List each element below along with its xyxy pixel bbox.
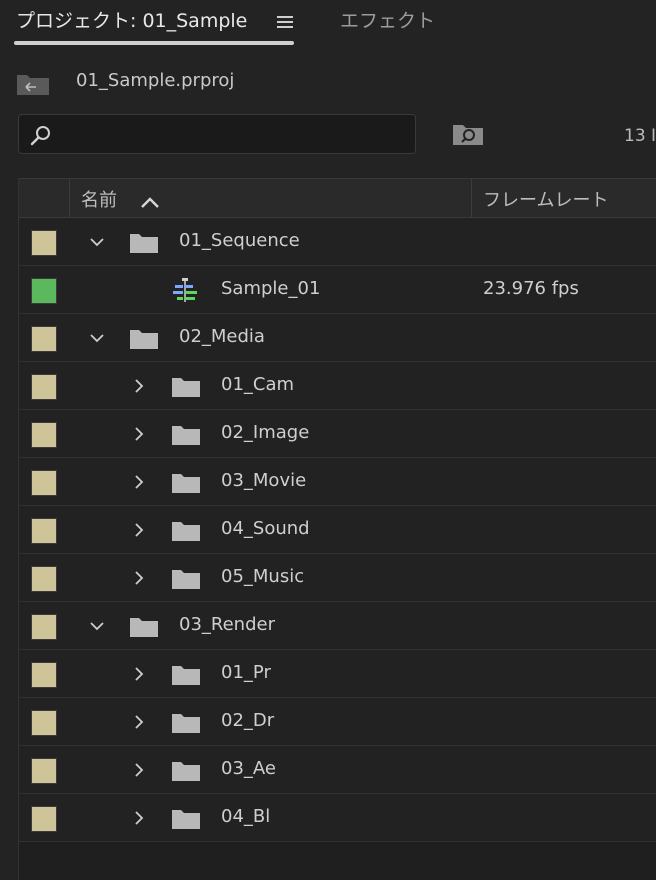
- table-row[interactable]: 03_Ae: [19, 746, 656, 794]
- folder-icon: [172, 474, 200, 493]
- sequence-icon: [173, 278, 197, 302]
- panel-menu-icon[interactable]: [277, 16, 293, 28]
- create-search-bin-icon[interactable]: [452, 120, 484, 146]
- column-separator[interactable]: [69, 179, 70, 217]
- label-color-swatch[interactable]: [31, 806, 57, 832]
- item-name: Sample_01: [221, 278, 321, 299]
- item-name: 03_Ae: [221, 758, 276, 779]
- item-name: 03_Render: [179, 614, 275, 635]
- project-file-name: 01_Sample.prproj: [76, 70, 235, 91]
- folder-icon: [172, 378, 200, 397]
- tab-project[interactable]: プロジェクト: 01_Sample: [16, 6, 247, 33]
- column-separator[interactable]: [471, 179, 472, 217]
- folder-icon: [172, 666, 200, 685]
- folder-icon: [130, 234, 158, 253]
- table-row[interactable]: 02_Image: [19, 410, 656, 458]
- table-row[interactable]: 05_Music: [19, 554, 656, 602]
- search-box[interactable]: [18, 114, 416, 154]
- item-name: 04_Bl: [221, 806, 271, 827]
- item-name: 01_Pr: [221, 662, 271, 683]
- chevron-right-icon[interactable]: [131, 810, 147, 826]
- label-color-swatch[interactable]: [31, 758, 57, 784]
- column-header-name[interactable]: 名前: [81, 186, 117, 212]
- item-name: 02_Image: [221, 422, 310, 443]
- item-name: 02_Dr: [221, 710, 275, 731]
- label-color-swatch[interactable]: [31, 230, 57, 256]
- item-name: 01_Cam: [221, 374, 295, 395]
- item-name: 04_Sound: [221, 518, 310, 539]
- folder-icon: [172, 426, 200, 445]
- sort-ascending-icon[interactable]: [139, 195, 161, 209]
- folder-icon: [172, 762, 200, 781]
- item-count: 13 I: [624, 126, 656, 146]
- label-color-swatch[interactable]: [31, 326, 57, 352]
- item-name: 01_Sequence: [179, 230, 300, 251]
- chevron-right-icon[interactable]: [131, 522, 147, 538]
- active-tab-indicator: [14, 41, 294, 45]
- label-color-swatch[interactable]: [31, 662, 57, 688]
- item-name: 05_Music: [221, 566, 305, 587]
- label-color-swatch[interactable]: [31, 566, 57, 592]
- table-row[interactable]: 01_Cam: [19, 362, 656, 410]
- label-color-swatch[interactable]: [31, 422, 57, 448]
- folder-icon: [172, 522, 200, 541]
- folder-icon: [172, 714, 200, 733]
- chevron-right-icon[interactable]: [131, 714, 147, 730]
- table-row[interactable]: Sample_01 23.976 fps: [19, 266, 656, 314]
- column-header-frame-rate[interactable]: フレームレート: [483, 186, 608, 212]
- table-row[interactable]: 03_Movie: [19, 458, 656, 506]
- chevron-down-icon[interactable]: [89, 234, 105, 250]
- table-header: 名前 フレームレート: [19, 178, 656, 218]
- table-row[interactable]: 03_Render: [19, 602, 656, 650]
- table-row[interactable]: 02_Media: [19, 314, 656, 362]
- folder-icon: [130, 330, 158, 349]
- label-color-swatch[interactable]: [31, 614, 57, 640]
- chevron-down-icon[interactable]: [89, 618, 105, 634]
- item-frame-rate: 23.976 fps: [483, 278, 579, 299]
- table-row[interactable]: 01_Pr: [19, 650, 656, 698]
- table-row[interactable]: 04_Bl: [19, 794, 656, 842]
- chevron-right-icon[interactable]: [131, 378, 147, 394]
- chevron-right-icon[interactable]: [131, 426, 147, 442]
- folder-icon: [172, 810, 200, 829]
- label-color-swatch[interactable]: [31, 470, 57, 496]
- folder-icon: [130, 618, 158, 637]
- panel-tab-bar: プロジェクト: 01_Sample エフェクト: [0, 0, 656, 46]
- table-row[interactable]: 04_Sound: [19, 506, 656, 554]
- search-icon: [30, 126, 50, 146]
- item-name: 02_Media: [179, 326, 265, 347]
- up-folder-icon[interactable]: [16, 70, 50, 96]
- chevron-right-icon[interactable]: [131, 474, 147, 490]
- chevron-down-icon[interactable]: [89, 330, 105, 346]
- table-row[interactable]: 01_Sequence: [19, 218, 656, 266]
- chevron-right-icon[interactable]: [131, 666, 147, 682]
- label-color-swatch[interactable]: [31, 374, 57, 400]
- project-items-table: 名前 フレームレート 01_Sequence Sample_01 23.976 fp…: [18, 178, 656, 880]
- item-name: 03_Movie: [221, 470, 307, 491]
- project-path-row: 01_Sample.prproj: [0, 64, 656, 100]
- label-color-swatch[interactable]: [31, 518, 57, 544]
- label-color-swatch[interactable]: [31, 278, 57, 304]
- search-input[interactable]: [63, 121, 407, 149]
- folder-icon: [172, 570, 200, 589]
- tab-effects[interactable]: エフェクト: [340, 6, 435, 33]
- chevron-right-icon[interactable]: [131, 570, 147, 586]
- table-row[interactable]: 02_Dr: [19, 698, 656, 746]
- label-color-swatch[interactable]: [31, 710, 57, 736]
- chevron-right-icon[interactable]: [131, 762, 147, 778]
